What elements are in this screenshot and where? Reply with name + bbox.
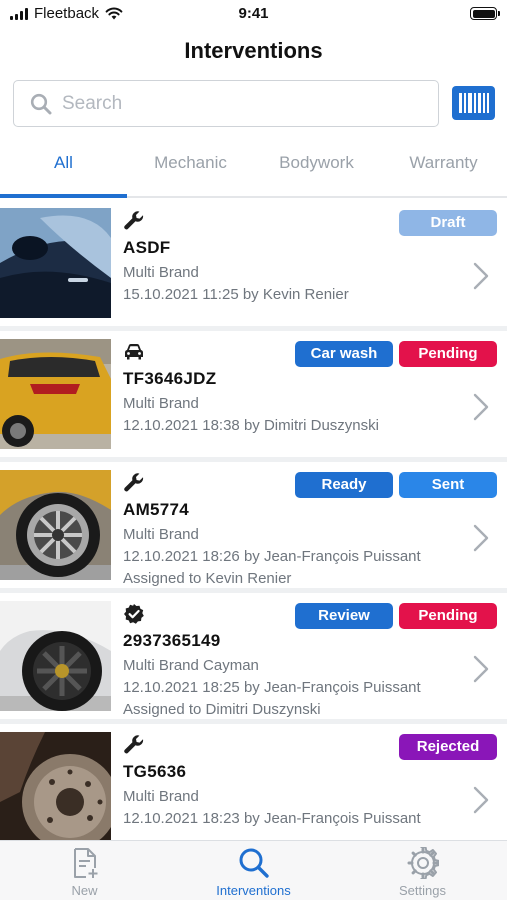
active-tab-indicator bbox=[0, 194, 127, 198]
category-tabs: All Mechanic Bodywork Warranty bbox=[0, 140, 507, 198]
status-badge: Ready bbox=[295, 472, 393, 498]
search-icon bbox=[239, 848, 269, 878]
intervention-brand: Multi Brand Cayman bbox=[123, 657, 259, 674]
tab-all[interactable]: All bbox=[0, 153, 127, 173]
status-badges: Ready Sent bbox=[295, 472, 497, 498]
tabbar-item-interventions[interactable]: Interventions bbox=[169, 847, 338, 898]
status-badges: Draft bbox=[399, 210, 497, 236]
chevron-right-icon bbox=[473, 524, 489, 552]
interventions-list: Draft ASDF Multi Brand 15.10.2021 11:25 … bbox=[0, 200, 507, 840]
chevron-right-icon bbox=[473, 786, 489, 814]
tabbar-label: Settings bbox=[399, 883, 446, 898]
status-badges: Car wash Pending bbox=[295, 341, 497, 367]
intervention-assignee: Assigned to Kevin Renier bbox=[123, 570, 292, 587]
verified-badge-icon bbox=[124, 604, 144, 624]
tab-bodywork[interactable]: Bodywork bbox=[253, 153, 380, 173]
list-item[interactable]: Review Pending 2937365149 Multi Brand Ca… bbox=[0, 593, 507, 719]
search-icon bbox=[30, 93, 52, 114]
status-badges: Rejected bbox=[399, 734, 497, 760]
status-badge: Pending bbox=[399, 341, 497, 367]
chevron-right-icon bbox=[473, 655, 489, 683]
vehicle-thumbnail bbox=[0, 732, 111, 840]
intervention-meta: 12.10.2021 18:25 by Jean-François Puissa… bbox=[123, 679, 421, 696]
status-badge: Review bbox=[295, 603, 393, 629]
intervention-brand: Multi Brand bbox=[123, 264, 199, 281]
tab-mechanic[interactable]: Mechanic bbox=[127, 153, 254, 173]
tab-warranty[interactable]: Warranty bbox=[380, 153, 507, 173]
list-item[interactable]: Ready Sent AM5774 Multi Brand 12.10.2021… bbox=[0, 462, 507, 588]
wrench-icon bbox=[124, 473, 144, 492]
wrench-icon bbox=[124, 735, 144, 754]
intervention-meta: 15.10.2021 11:25 by Kevin Renier bbox=[123, 286, 349, 303]
status-badge: Rejected bbox=[399, 734, 497, 760]
list-item[interactable]: Draft ASDF Multi Brand 15.10.2021 11:25 … bbox=[0, 200, 507, 326]
list-item[interactable]: Car wash Pending TF3646JDZ Multi Brand 1… bbox=[0, 331, 507, 457]
search-input[interactable] bbox=[62, 92, 402, 115]
tabbar-label: New bbox=[71, 883, 98, 898]
intervention-meta: 12.10.2021 18:38 by Dimitri Duszynski bbox=[123, 417, 379, 434]
vehicle-thumbnail bbox=[0, 339, 111, 449]
vehicle-thumbnail bbox=[0, 208, 111, 318]
intervention-plate: AM5774 bbox=[123, 500, 190, 519]
intervention-plate: 2937365149 bbox=[123, 631, 221, 650]
chevron-right-icon bbox=[473, 262, 489, 290]
intervention-brand: Multi Brand bbox=[123, 526, 199, 543]
vehicle-thumbnail bbox=[0, 601, 111, 711]
status-time: 9:41 bbox=[238, 5, 269, 22]
intervention-meta: 12.10.2021 18:26 by Jean-François Puissa… bbox=[123, 548, 421, 565]
status-badge: Draft bbox=[399, 210, 497, 236]
gear-icon bbox=[407, 847, 439, 879]
status-badge: Car wash bbox=[295, 341, 393, 367]
car-icon bbox=[125, 344, 143, 360]
intervention-brand: Multi Brand bbox=[123, 788, 199, 805]
vehicle-thumbnail bbox=[0, 470, 111, 580]
chevron-right-icon bbox=[473, 393, 489, 421]
bottom-tab-bar: New Interventions Settings bbox=[0, 840, 507, 900]
page-title: Interventions bbox=[184, 38, 323, 63]
status-bar: Fleetback 9:41 bbox=[0, 0, 507, 28]
status-badge: Pending bbox=[399, 603, 497, 629]
tabbar-item-new[interactable]: New bbox=[0, 847, 169, 898]
barcode-icon bbox=[458, 93, 489, 113]
tabbar-label: Interventions bbox=[216, 883, 291, 898]
status-badges: Review Pending bbox=[295, 603, 497, 629]
intervention-plate: TF3646JDZ bbox=[123, 369, 217, 388]
barcode-scan-button[interactable] bbox=[452, 86, 495, 120]
intervention-meta: 12.10.2021 18:23 by Jean-François Puissa… bbox=[123, 810, 421, 827]
intervention-plate: ASDF bbox=[123, 238, 171, 257]
intervention-plate: TG5636 bbox=[123, 762, 187, 781]
intervention-brand: Multi Brand bbox=[123, 395, 199, 412]
tabbar-item-settings[interactable]: Settings bbox=[338, 847, 507, 898]
search-box[interactable] bbox=[13, 80, 439, 127]
list-item[interactable]: Rejected TG5636 Multi Brand 12.10.2021 1… bbox=[0, 724, 507, 840]
battery-icon bbox=[470, 7, 500, 20]
wrench-icon bbox=[124, 211, 144, 230]
new-document-icon bbox=[73, 848, 97, 878]
intervention-assignee: Assigned to Dimitri Duszynski bbox=[123, 701, 321, 718]
status-badge: Sent bbox=[399, 472, 497, 498]
